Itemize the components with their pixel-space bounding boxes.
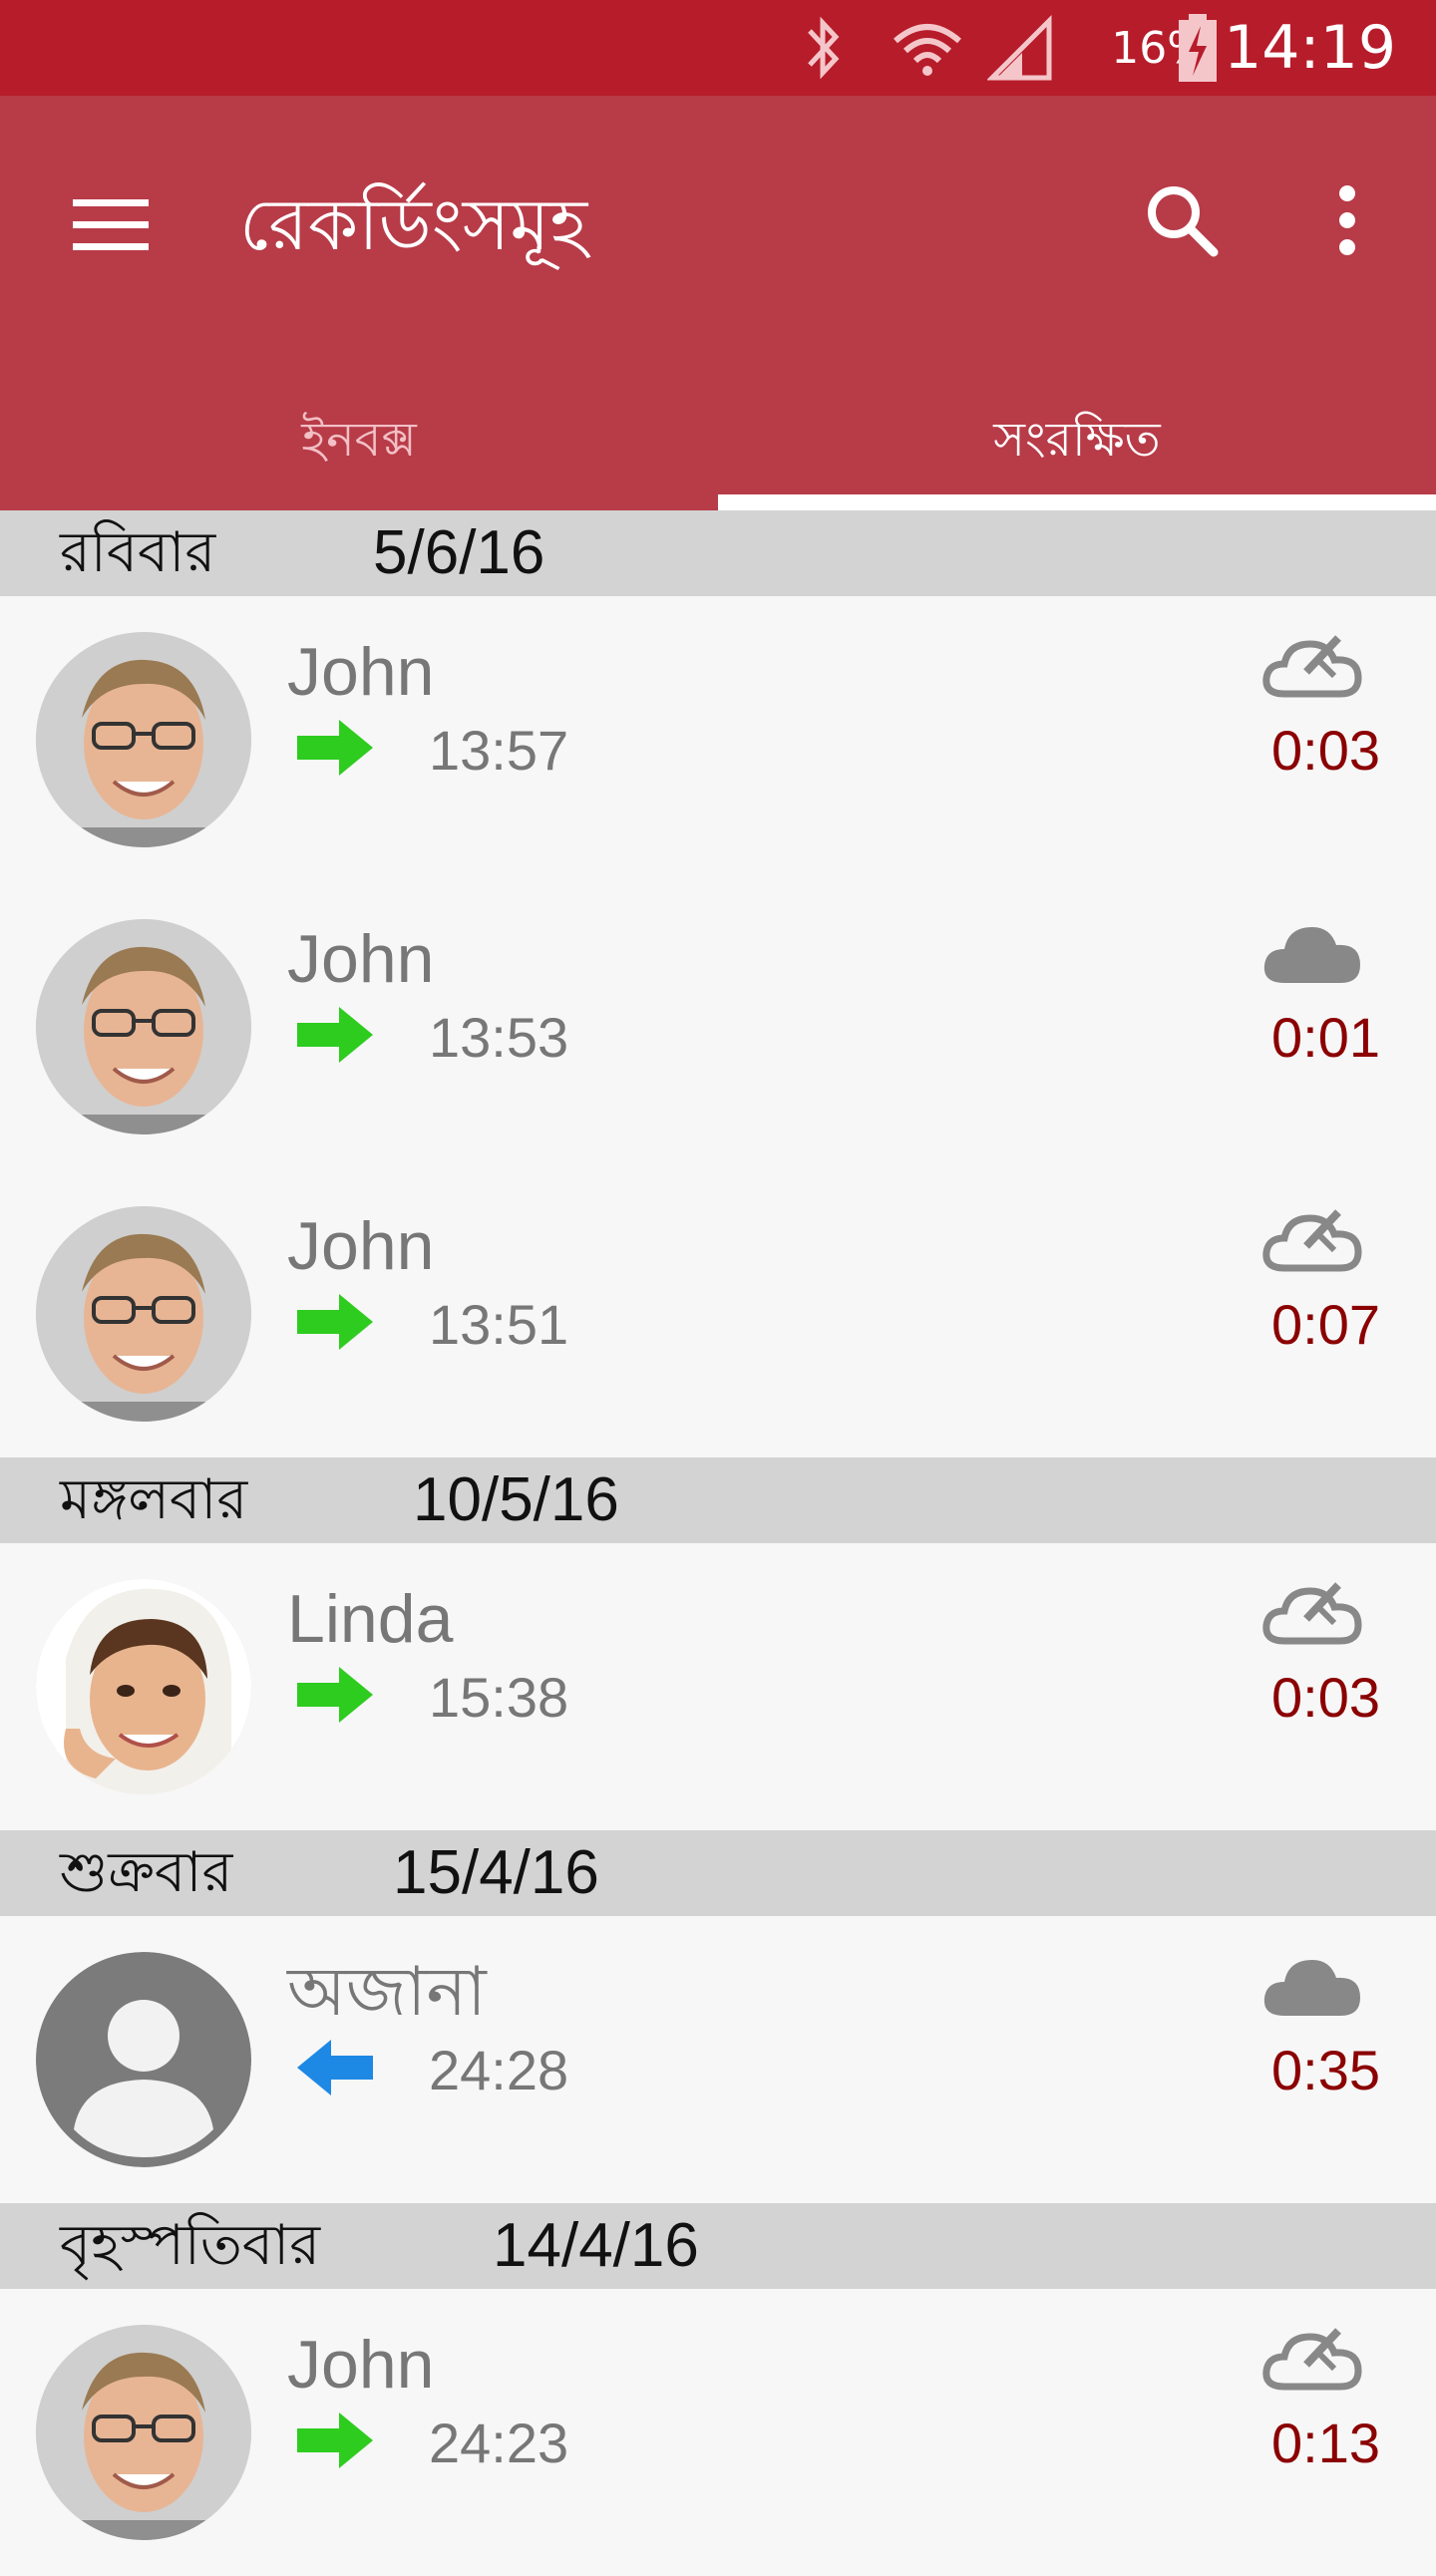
cloud-off-icon[interactable] xyxy=(1260,1206,1364,1276)
call-time: 13:51 xyxy=(429,1293,569,1356)
section-day: শুক্রবার xyxy=(60,1840,233,1905)
avatar xyxy=(36,1579,251,1794)
battery-charging-icon xyxy=(1175,0,1221,96)
recording-row[interactable]: John 13:51 0:07 xyxy=(0,1170,1436,1457)
contact-name: অজানা xyxy=(287,1954,487,2030)
default-avatar-icon xyxy=(36,1952,251,2167)
section-date: 5/6/16 xyxy=(373,518,545,587)
contact-name: Linda xyxy=(287,1581,454,1657)
search-icon[interactable] xyxy=(1127,165,1237,275)
recording-row[interactable]: Linda 15:38 0:03 xyxy=(0,1543,1436,1830)
recording-row[interactable]: অজানা 24:28 0:35 xyxy=(0,1916,1436,2203)
page-title: রেকর্ডিংসমূহ xyxy=(239,182,588,266)
recording-duration: 0:01 xyxy=(1271,1006,1380,1069)
status-bar: 16% 14:19 xyxy=(0,0,1436,96)
avatar xyxy=(36,919,251,1134)
outgoing-arrow-icon xyxy=(295,1665,375,1725)
bluetooth-icon xyxy=(798,0,848,96)
section-day: বৃহস্পতিবার xyxy=(60,2213,321,2278)
section-date: 10/5/16 xyxy=(413,1465,619,1534)
date-section-header: মঙ্গলবার 10/5/16 xyxy=(0,1457,1436,1543)
contact-name: John xyxy=(287,921,435,997)
recording-duration: 0:07 xyxy=(1271,1293,1380,1356)
contact-name: John xyxy=(287,1208,435,1284)
clock: 14:19 xyxy=(1224,13,1396,83)
call-time: 24:23 xyxy=(429,2412,569,2474)
tab-indicator xyxy=(718,494,1436,510)
recording-duration: 0:03 xyxy=(1271,1666,1380,1729)
tab-inbox[interactable]: ইনবক্স xyxy=(0,375,718,510)
cloud-off-icon[interactable] xyxy=(1260,2325,1364,2395)
recording-duration: 0:35 xyxy=(1271,2039,1380,2101)
outgoing-arrow-icon xyxy=(295,1292,375,1352)
avatar xyxy=(36,632,251,847)
outgoing-arrow-icon xyxy=(295,1005,375,1065)
cloud-off-icon[interactable] xyxy=(1260,632,1364,702)
call-time: 24:28 xyxy=(429,2039,569,2101)
date-section-header: রবিবার 5/6/16 xyxy=(0,510,1436,596)
cloud-off-icon[interactable] xyxy=(1260,1579,1364,1649)
tab-saved[interactable]: সংরক্ষিত xyxy=(718,375,1436,510)
outgoing-arrow-icon xyxy=(295,718,375,778)
contact-name: John xyxy=(287,2327,435,2403)
date-section-header: শুক্রবার 15/4/16 xyxy=(0,1830,1436,1916)
contact-name: John xyxy=(287,634,435,710)
call-time: 15:38 xyxy=(429,1666,569,1729)
cloud-filled-icon[interactable] xyxy=(1260,1952,1364,2022)
recording-row[interactable]: John 13:57 0:03 xyxy=(0,596,1436,883)
section-date: 14/4/16 xyxy=(493,2211,699,2280)
cloud-filled-icon[interactable] xyxy=(1260,919,1364,989)
date-section-header: বৃহস্পতিবার 14/4/16 xyxy=(0,2203,1436,2289)
menu-icon[interactable] xyxy=(56,170,166,280)
app-bar: রেকর্ডিংসমূহ ইনবক্স সংরক্ষিত xyxy=(0,96,1436,510)
outgoing-arrow-icon xyxy=(295,2411,375,2470)
call-time: 13:53 xyxy=(429,1006,569,1069)
recording-duration: 0:13 xyxy=(1271,2412,1380,2474)
incoming-arrow-icon xyxy=(295,2038,375,2097)
recording-row[interactable]: John 24:23 0:13 xyxy=(0,2289,1436,2576)
more-options-icon[interactable] xyxy=(1292,165,1402,275)
avatar xyxy=(36,1206,251,1422)
avatar xyxy=(36,2325,251,2540)
wifi-icon xyxy=(888,0,967,96)
section-day: রবিবার xyxy=(60,520,216,585)
section-date: 15/4/16 xyxy=(393,1838,599,1907)
section-day: মঙ্গলবার xyxy=(60,1467,248,1532)
signal-icon xyxy=(987,0,1057,96)
recording-duration: 0:03 xyxy=(1271,719,1380,782)
recording-row[interactable]: John 13:53 0:01 xyxy=(0,883,1436,1170)
call-time: 13:57 xyxy=(429,719,569,782)
